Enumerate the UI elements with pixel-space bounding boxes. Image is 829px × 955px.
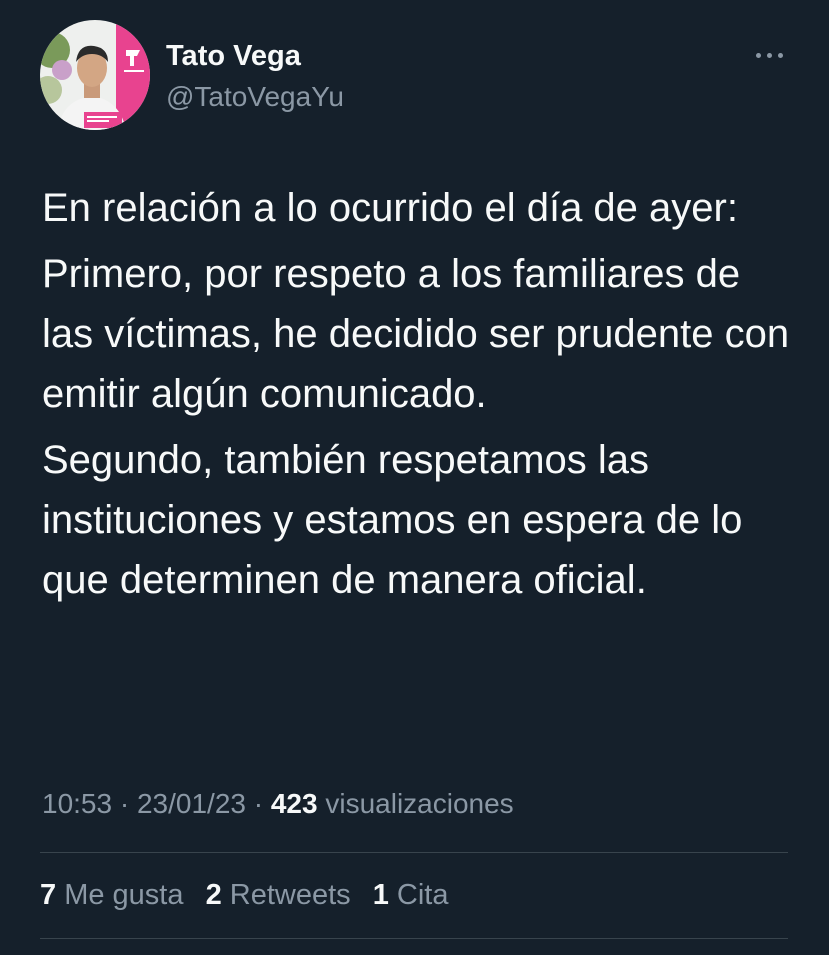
tweet-text: En relación a lo ocurrido el día de ayer… (42, 178, 802, 616)
meta-separator: · (253, 788, 264, 819)
author-handle[interactable]: @TatoVegaYu (166, 80, 344, 114)
tweet-paragraph-1: En relación a lo ocurrido el día de ayer… (42, 186, 738, 230)
tweet-date[interactable]: 23/01/23 (137, 788, 246, 819)
likes-stat[interactable]: 7 Me gusta (40, 874, 184, 916)
tweet-stats: 7 Me gusta 2 Retweets 1 Cita (40, 874, 463, 916)
author-name[interactable]: Tato Vega (166, 38, 301, 74)
likes-label: Me gusta (64, 879, 184, 911)
tweet: Tato Vega @TatoVegaYu En relación a lo o… (0, 0, 829, 955)
tweet-time[interactable]: 10:53 (42, 788, 112, 819)
tweet-paragraph-2: Primero, por respeto a los familiares de… (42, 252, 790, 416)
meta-separator: · (119, 788, 130, 819)
retweets-label: Retweets (229, 879, 351, 911)
retweets-count: 2 (205, 879, 222, 911)
more-options-icon[interactable] (752, 40, 788, 70)
tweet-metadata: 10:53 · 23/01/23 · 423 visualizaciones (42, 784, 514, 824)
quotes-label: Cita (396, 879, 449, 911)
divider-top (40, 852, 788, 853)
quotes-count: 1 (372, 879, 389, 911)
likes-count: 7 (40, 879, 57, 911)
tweet-paragraph-3: Segundo, también respetamos las instituc… (42, 438, 743, 602)
avatar-image (40, 20, 150, 130)
author-avatar[interactable] (40, 20, 150, 130)
views-count: 423 (270, 788, 318, 819)
quotes-stat[interactable]: 1 Cita (373, 874, 449, 916)
views-label: visualizaciones (325, 788, 514, 819)
divider-bottom (40, 938, 788, 939)
retweets-stat[interactable]: 2 Retweets (206, 874, 351, 916)
